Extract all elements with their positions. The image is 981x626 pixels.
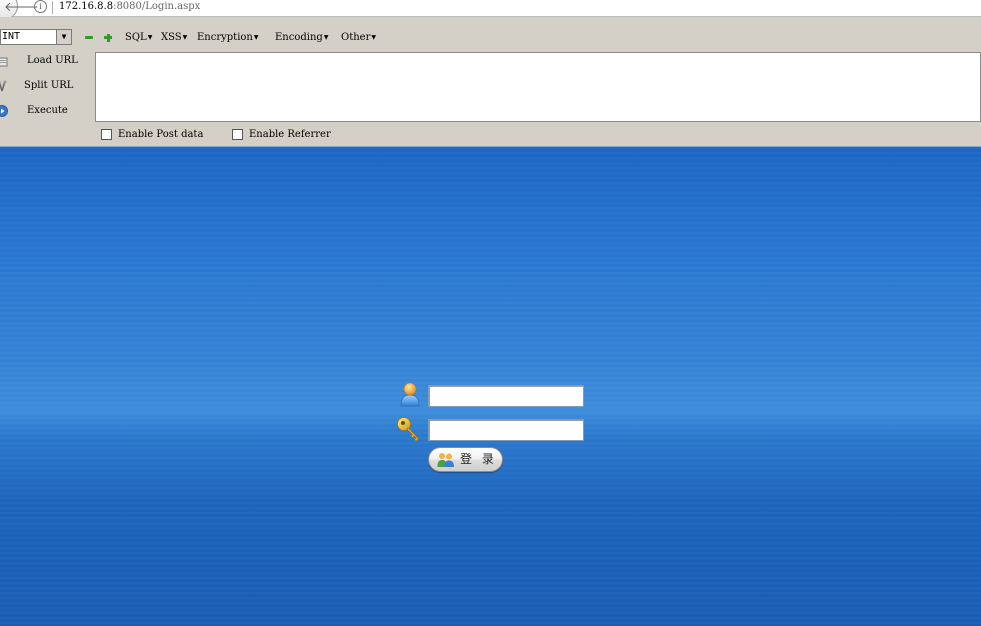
post-data-checkbox[interactable] [101,129,112,140]
url-host: 172.16.8.8 [59,1,114,12]
caret-icon: ▼ [147,34,153,41]
split-url-label: Split URL [24,80,74,91]
load-url-label: Load URL [27,55,78,66]
login-button[interactable]: 登 录 [428,447,503,472]
referrer-label: Enable Referrer [249,129,331,140]
key-icon [397,417,420,442]
decrease-icon[interactable] [85,36,93,39]
referrer-checkbox[interactable] [232,129,243,140]
user-icon [400,382,420,407]
divider [52,1,53,14]
url-textarea[interactable] [95,52,981,122]
type-select[interactable]: INT ▼ [0,29,72,45]
menu-encryption[interactable]: Encryption▼ [197,31,258,44]
menu-encoding-label: Encoding [275,32,323,43]
execute-label: Execute [27,105,68,116]
type-select-value: INT [2,31,21,42]
info-icon[interactable]: i [34,0,47,13]
users-icon [437,453,454,467]
caret-icon: ▼ [253,34,259,41]
load-url-icon [0,57,8,67]
hackbar-toolbar: INT ▼ SQL▼ XSS▼ Encryption▼ Encoding▼ Ot… [0,17,981,146]
username-input[interactable] [428,385,584,407]
caret-icon: ▼ [371,34,376,41]
menu-other[interactable]: Other▼ [341,31,376,44]
menu-other-label: Other [341,32,371,43]
password-input[interactable] [428,419,584,441]
address-bar: 🡐 i 172.16.8.8:8080/Login.aspx [0,0,981,20]
caret-icon: ▼ [323,34,329,41]
split-url-icon [0,80,7,92]
chevron-down-icon: ▼ [56,30,71,44]
menu-encoding[interactable]: Encoding▼ [275,31,328,44]
post-data-label: Enable Post data [118,129,204,140]
menu-sql-label: SQL [125,32,147,43]
url-field[interactable]: 172.16.8.8:8080/Login.aspx [59,0,200,13]
menu-xss-label: XSS [161,32,182,43]
menu-encryption-label: Encryption [197,32,253,43]
menu-xss[interactable]: XSS▼ [161,31,187,44]
caret-icon: ▼ [182,34,188,41]
menu-sql[interactable]: SQL▼ [125,31,152,44]
login-button-label: 登 录 [460,452,497,466]
url-path: :8080/Login.aspx [113,1,201,12]
play-icon [0,105,8,117]
